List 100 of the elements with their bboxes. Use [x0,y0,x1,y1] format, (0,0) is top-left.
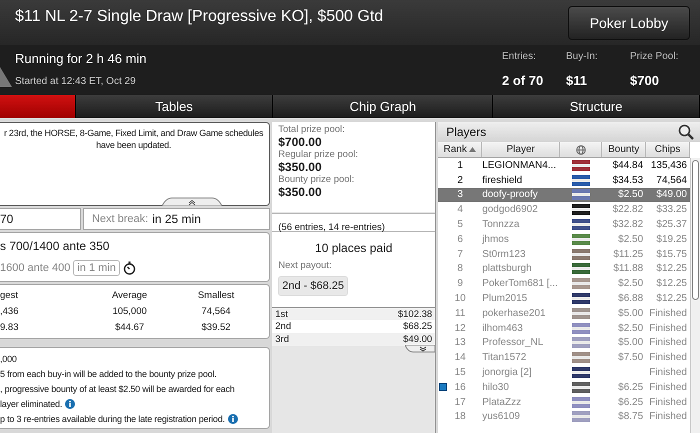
chips-cell-text: $12.25 [655,263,688,274]
bounty-cell-text: $5.00 [617,308,644,319]
player-name: ilhom463 [482,322,524,334]
blind-timer: in 1 min [73,260,120,276]
player-name: Titan1572 [482,352,528,364]
player-name: pokerhase201 [482,308,547,319]
stopwatch-icon [122,261,136,275]
player-row[interactable]: 9 PokerTom681 [... $2.50 $12.25 [438,276,690,292]
player-row[interactable]: 17 PlataZzz $6.25 Finished [438,394,690,410]
next-break-cell: Next break: in 25 min [82,208,270,230]
prize-value: $350.00 [278,160,323,174]
stat-value: $700 [630,73,660,88]
bounty-cell-text: $8.75 [617,411,644,422]
bounty-info-text: 5 from each buy-in will be added to the bounty prize pool. [0,369,217,379]
player-row[interactable]: 11 pokerhase201 $5.00 Finished [438,306,690,321]
player-name: godgod6902 [482,204,539,216]
stats-value: ,436 [0,306,20,317]
next-payout-label: Next payout: [278,260,333,271]
chips-cell-text: Finished [648,367,688,378]
search-icon[interactable] [678,124,694,140]
stats-value: 74,564 [200,306,232,317]
rank-cell: 13 [454,337,466,348]
player-row[interactable]: 15 jonorgia [2] Finished [438,365,690,380]
player-row[interactable]: 16 hilo30 $6.25 Finished [438,380,690,395]
entries-cell: (56 entries, 14 re-entries) [272,213,436,232]
stat-label: Prize Pool: [630,51,680,62]
bounty-info-text: ,000 [0,354,17,364]
chips-cell-text: $25.37 [655,219,688,230]
bounty-cell-text: $2.50 [617,278,644,290]
player-row[interactable]: 14 Titan1572 $7.50 Finished [438,350,690,366]
player-row[interactable]: 13 Professor_NL $5.00 Finished [438,336,690,350]
player-row[interactable]: 4 godgod6902 $22.82 $33.25 [438,202,690,218]
player-row[interactable]: 8 plattsburgh $11.88 $12.25 [438,262,690,276]
stats-header: Smallest [196,290,236,301]
column-header[interactable]: Bounty [602,142,646,157]
player-row[interactable]: 1 LEGIONMAN4... $44.84 135,436 [438,158,690,173]
player-name: LEGIONMAN4... [482,160,558,171]
rank-cell: 14 [454,352,466,364]
info-icon[interactable] [228,414,238,424]
lobby-button[interactable]: Poker Lobby [568,6,690,40]
bounty-cell-text: $22.82 [612,204,644,216]
player-name: Plum2015 [482,293,528,304]
player-name: yus6109 [482,411,521,422]
rank-cell: 4 [457,204,463,216]
payout-place: 2nd [275,321,292,332]
payout-place: 3rd [275,334,289,345]
player-row[interactable]: 12 ilhom463 $2.50 Finished [438,320,690,336]
stats-header: Average [111,290,148,301]
chips-cell-text: Finished [648,337,688,348]
stat-value: 2 of 70 [502,73,544,88]
stats-value: 9.83 [0,322,20,333]
bounty-cell-text: $5.00 [617,337,644,348]
rank-cell: 1 [457,160,463,171]
rank-cell: 18 [454,411,466,422]
player-name: plattsburgh [482,263,533,274]
player-name: jonorgia [2] [482,367,533,378]
rank-cell: 10 [454,293,466,304]
scrollbar[interactable] [690,158,700,433]
stats-header: gest [0,290,19,301]
column-header[interactable]: Rank [438,142,482,157]
player-row[interactable]: 2 fireshield $34.53 74,564 [438,172,690,188]
chips-cell-text: $12.25 [655,278,688,290]
rank-cell: 2 [457,174,463,186]
current-blinds: s 700/1400 ante 350 [0,239,110,253]
info-icon[interactable] [65,399,76,409]
bounty-cell-text: $44.84 [612,160,644,171]
globe-icon [576,144,586,154]
bounty-cell-text: $6.25 [617,382,644,393]
start-time: Started at 12:43 ET, Oct 29 [15,76,137,87]
player-name: Tonnzza [482,219,520,230]
player-name: PlataZzz [482,396,522,408]
player-row[interactable]: 5 Tonnzza $32.82 $25.37 [438,217,690,232]
stat-label: Buy-In: [566,51,599,62]
player-row[interactable]: 3 doofy-proofy $2.50 $49.00 [438,188,690,202]
places-paid: 10 places paid [314,241,394,255]
notice-text: have been updated. [96,139,172,151]
collapse-tab-icon[interactable] [0,67,12,87]
bounty-cell-text: $2.50 [617,189,644,200]
player-row[interactable]: 6 jhmos $2.50 $19.25 [438,232,690,247]
rank-cell: 3 [457,189,463,200]
rank-cell: 15 [454,367,466,378]
player-row[interactable]: 10 Plum2015 $6.88 $12.25 [438,291,690,306]
chips-cell-text: Finished [648,411,688,422]
tab[interactable]: Chip Graph [273,95,494,118]
bounty-info-text: p to 3 re-entries available during the late registration period. [0,414,225,424]
tab[interactable]: Tables [76,95,274,118]
prize-label: Total prize pool: [278,124,346,135]
chips-cell-text: Finished [648,396,688,408]
bounty-cell-text: $2.50 [617,322,644,334]
column-header[interactable]: Chips [646,142,690,157]
bounty-cell-text: $7.50 [617,352,644,364]
expand-tab-icon[interactable] [405,345,436,353]
chips-cell-text: $19.25 [655,234,688,245]
column-header[interactable]: Player [482,142,560,157]
payout-amount: $68.25 [403,321,432,332]
player-row[interactable]: 18 yus6109 $8.75 Finished [438,410,690,424]
chips-cell-text: $49.00 [655,189,688,200]
chips-cell-text: Finished [648,308,688,319]
player-row[interactable]: 7 St0rm123 $11.25 $15.75 [438,246,690,262]
tab[interactable]: Structure [493,95,700,118]
